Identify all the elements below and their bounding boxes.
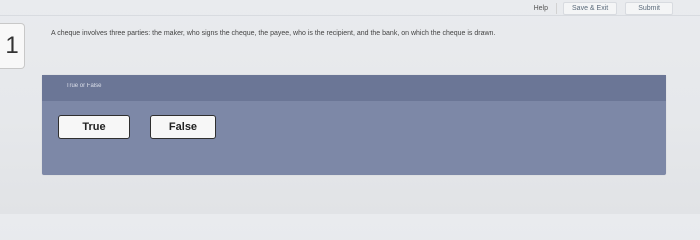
true-option-button[interactable]: True (58, 115, 130, 139)
answer-panel: True or False True False (42, 75, 666, 175)
header-divider (0, 15, 700, 16)
top-actions: Help Save & Exit Submit (526, 2, 673, 15)
false-option-button[interactable]: False (150, 115, 216, 139)
top-bar: Help Save & Exit Submit (0, 0, 700, 18)
question-number: 1 (0, 23, 25, 69)
question-text: A cheque involves three parties: the mak… (51, 30, 496, 37)
submit-button[interactable]: Submit (625, 2, 673, 15)
help-button[interactable]: Help (526, 3, 558, 14)
answer-panel-title: True or False (66, 83, 102, 89)
save-exit-button[interactable]: Save & Exit (563, 2, 618, 15)
answer-panel-header: True or False (42, 75, 666, 101)
